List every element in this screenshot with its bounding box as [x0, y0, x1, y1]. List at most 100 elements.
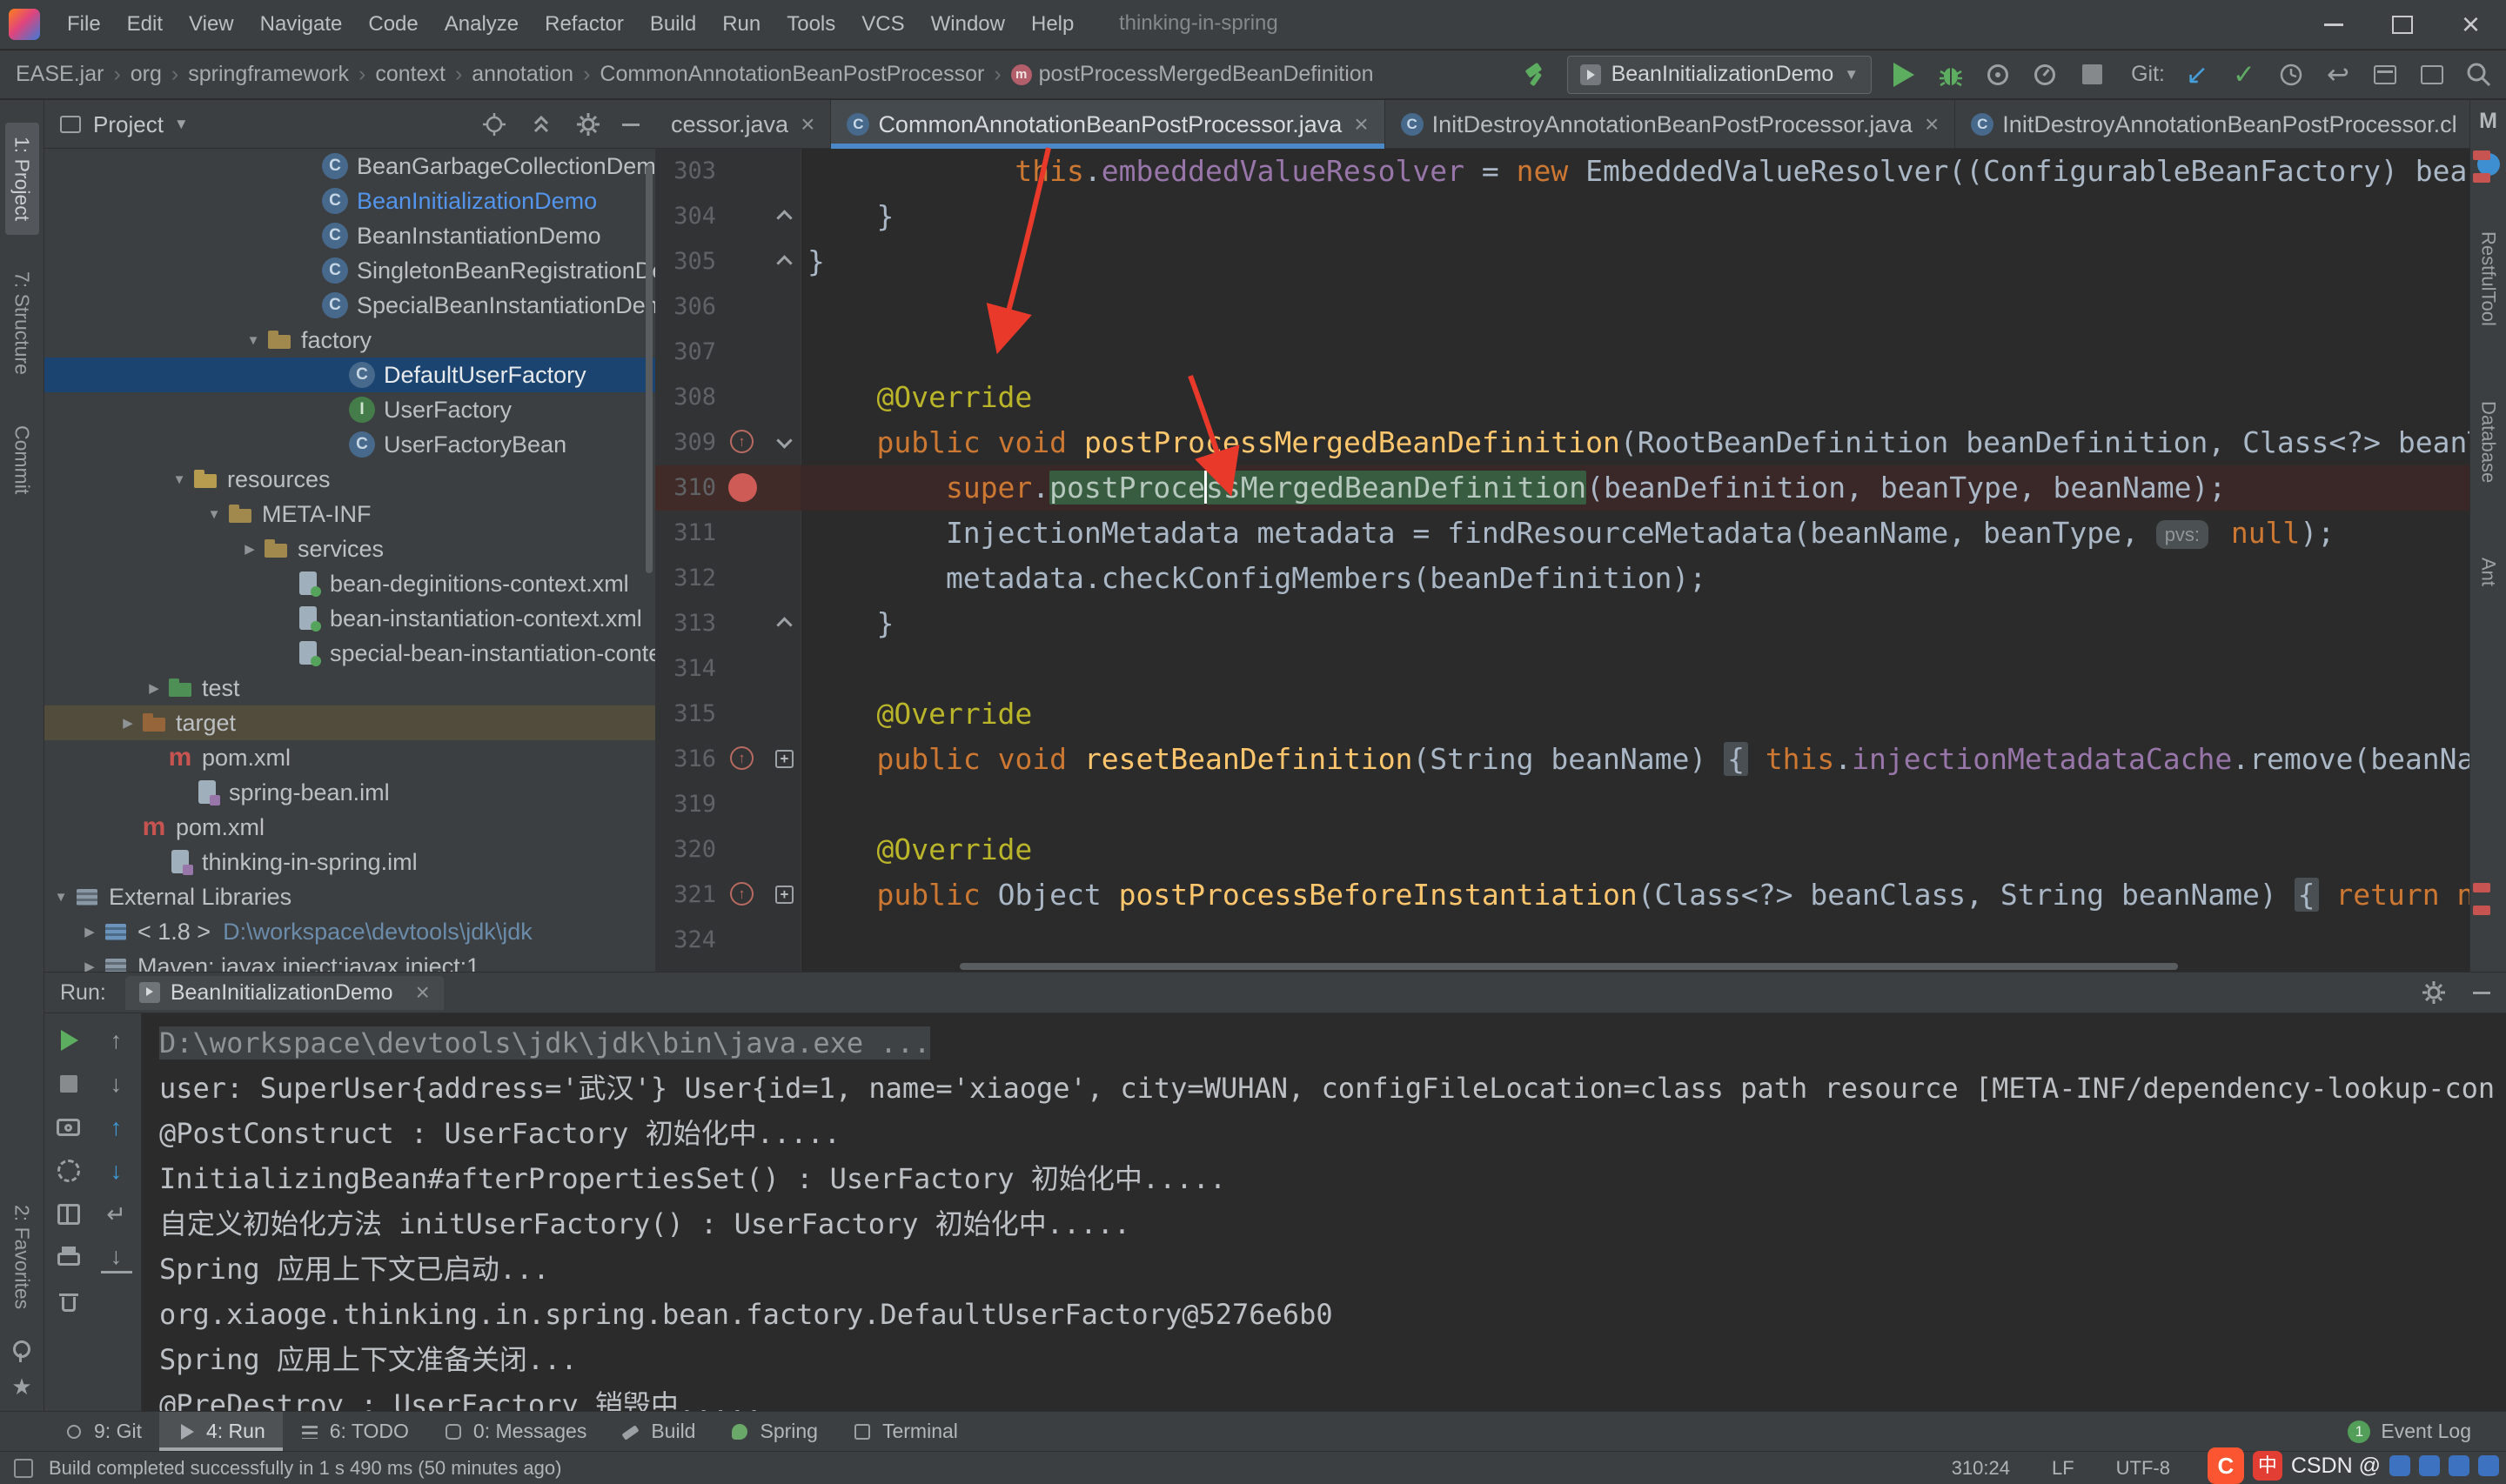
- run-button[interactable]: [1889, 60, 1919, 90]
- tree-item[interactable]: mpom.xml: [44, 810, 655, 845]
- stripe-button-project[interactable]: 1: Project: [5, 123, 39, 235]
- code-text[interactable]: metadata.checkConfigMembers(beanDefiniti…: [801, 556, 2469, 601]
- tree-item[interactable]: ▶Maven: javax.inject:javax.inject:1: [44, 949, 655, 972]
- fold-icon[interactable]: +: [775, 750, 794, 768]
- jump-down-icon[interactable]: ↓: [101, 1155, 132, 1187]
- tree-item[interactable]: ▼External Libraries: [44, 879, 655, 914]
- menu-item-window[interactable]: Window: [918, 0, 1018, 49]
- tree-item[interactable]: CDefaultUserFactory: [44, 358, 655, 392]
- history-button[interactable]: [2276, 60, 2306, 90]
- code-text[interactable]: [801, 646, 2469, 692]
- trash-icon[interactable]: [53, 1286, 84, 1317]
- console-line[interactable]: @PostConstruct : UserFactory 初始化中.....: [159, 1111, 2506, 1156]
- menu-item-tools[interactable]: Tools: [774, 0, 848, 49]
- project-scrollbar[interactable]: [646, 164, 653, 573]
- search-everywhere-button[interactable]: [2464, 60, 2494, 90]
- code-text[interactable]: }: [801, 601, 2469, 646]
- tab-close-icon[interactable]: ×: [1354, 112, 1368, 137]
- tool-windows-icon[interactable]: [14, 1459, 33, 1478]
- tree-item[interactable]: CUserFactoryBean: [44, 427, 655, 462]
- editor-horizontal-scrollbar[interactable]: [960, 963, 2178, 970]
- code-text[interactable]: super.postProcessMergedBeanDefinition(be…: [801, 465, 2469, 511]
- toolwindow-button-spring[interactable]: Spring: [713, 1412, 834, 1451]
- fold-icon[interactable]: [775, 433, 794, 451]
- rerun-icon[interactable]: [53, 1025, 84, 1056]
- run-configuration-select[interactable]: BeanInitializationDemo ▼: [1567, 56, 1873, 94]
- tree-item[interactable]: CBeanInitializationDemo: [44, 184, 655, 218]
- breakpoint-icon[interactable]: [728, 473, 757, 502]
- editor-tab[interactable]: CInitDestroyAnnotationBeanPostProcessor.…: [1385, 100, 1956, 149]
- tree-item[interactable]: ▶test: [44, 671, 655, 705]
- code-text[interactable]: [801, 330, 2469, 375]
- menu-item-run[interactable]: Run: [709, 0, 774, 49]
- tree-item[interactable]: CSingletonBeanRegistrationDemo: [44, 253, 655, 288]
- console-line[interactable]: 自定义初始化方法 initUserFactory() : UserFactory…: [159, 1201, 2506, 1247]
- rollback-button[interactable]: ↩: [2323, 60, 2353, 90]
- tree-collapsed-arrow-icon[interactable]: ▶: [77, 959, 103, 972]
- down-icon[interactable]: ↓: [101, 1068, 132, 1100]
- editor-tab[interactable]: CInitDestroyAnnotationBeanPostProcessor.…: [1955, 100, 2457, 149]
- code-text[interactable]: [801, 284, 2469, 330]
- breadcrumb-item[interactable]: springframework: [188, 62, 349, 87]
- printer-icon[interactable]: [53, 1242, 84, 1273]
- tree-item[interactable]: IUserFactory: [44, 392, 655, 427]
- scroll-end-icon[interactable]: ↓: [101, 1242, 132, 1273]
- debug-button[interactable]: [1936, 60, 1966, 90]
- menu-item-help[interactable]: Help: [1018, 0, 1087, 49]
- menu-item-analyze[interactable]: Analyze: [432, 0, 532, 49]
- run-tab[interactable]: BeanInitializationDemo ×: [125, 976, 444, 1010]
- git-commit-button[interactable]: ✓: [2229, 60, 2259, 90]
- hide-panel-icon[interactable]: [2473, 992, 2490, 994]
- toolwindow-button-git[interactable]: 9: Git: [47, 1412, 159, 1451]
- menu-item-code[interactable]: Code: [355, 0, 431, 49]
- tree-item[interactable]: mpom.xml: [44, 740, 655, 775]
- gear-icon[interactable]: [2421, 979, 2447, 1006]
- project-panel-title[interactable]: Project: [93, 111, 164, 138]
- error-stripe-mark[interactable]: [2473, 150, 2490, 160]
- console-line[interactable]: @PreDestroy : UserFactory 销毁中.....: [159, 1382, 2506, 1411]
- tree-item[interactable]: ▶target: [44, 705, 655, 740]
- tab-close-icon[interactable]: ×: [801, 112, 814, 137]
- code-text[interactable]: }: [801, 194, 2469, 239]
- tree-item[interactable]: ▼resources: [44, 462, 655, 497]
- menu-item-navigate[interactable]: Navigate: [247, 0, 356, 49]
- stop-button[interactable]: [2077, 60, 2107, 90]
- override-icon[interactable]: ↑: [730, 882, 754, 906]
- chevron-down-icon[interactable]: ▼: [174, 116, 189, 133]
- tree-collapsed-arrow-icon[interactable]: ▶: [115, 715, 141, 731]
- tree-item[interactable]: bean-instantiation-context.xml: [44, 601, 655, 636]
- tree-collapsed-arrow-icon[interactable]: ▶: [77, 924, 103, 939]
- fold-icon[interactable]: [775, 614, 794, 632]
- settings-icon[interactable]: [53, 1155, 84, 1187]
- console-line[interactable]: user: SuperUser{address='武汉'} User{id=1,…: [159, 1066, 2506, 1111]
- tab-close-icon[interactable]: ×: [1925, 112, 1939, 137]
- collapse-all-icon[interactable]: [528, 111, 554, 137]
- code-text[interactable]: public void resetBeanDefinition(String b…: [801, 737, 2469, 782]
- line-separator[interactable]: LF: [2052, 1457, 2074, 1480]
- code-text[interactable]: }: [801, 239, 2469, 284]
- console-line[interactable]: Spring 应用上下文已启动...: [159, 1247, 2506, 1292]
- run-tab-close-icon[interactable]: ×: [416, 980, 430, 1005]
- tree-item[interactable]: CBeanInstantiationDemo: [44, 218, 655, 253]
- error-stripe-mark[interactable]: [2473, 883, 2490, 892]
- star-icon[interactable]: ★: [11, 1374, 31, 1400]
- menu-item-vcs[interactable]: VCS: [848, 0, 917, 49]
- tree-expanded-arrow-icon[interactable]: ▼: [166, 472, 192, 487]
- tree-expanded-arrow-icon[interactable]: ▼: [240, 333, 266, 348]
- diff-button[interactable]: [2417, 60, 2447, 90]
- gear-icon[interactable]: [575, 111, 601, 137]
- breadcrumb-item[interactable]: mpostProcessMergedBeanDefinition: [1011, 62, 1374, 87]
- close-icon[interactable]: ×: [2462, 16, 2480, 33]
- event-log-button[interactable]: 1 Event Log: [2348, 1420, 2506, 1443]
- console-line[interactable]: D:\workspace\devtools\jdk\jdk\bin\java.e…: [159, 1020, 2506, 1066]
- breadcrumb-item[interactable]: org: [131, 62, 162, 87]
- caret-position[interactable]: 310:24: [1952, 1457, 2010, 1480]
- code-text[interactable]: [801, 782, 2469, 827]
- file-encoding[interactable]: UTF-8: [2116, 1457, 2170, 1480]
- code-text[interactable]: this.embeddedValueResolver = new Embedde…: [801, 149, 2469, 194]
- tree-item[interactable]: CSpecialBeanInstantiationDemo: [44, 288, 655, 323]
- toolwindow-button-todo[interactable]: 6: TODO: [283, 1412, 426, 1451]
- toolwindow-button-run[interactable]: 4: Run: [159, 1412, 283, 1451]
- stop-icon[interactable]: [53, 1068, 84, 1100]
- menu-item-view[interactable]: View: [176, 0, 247, 49]
